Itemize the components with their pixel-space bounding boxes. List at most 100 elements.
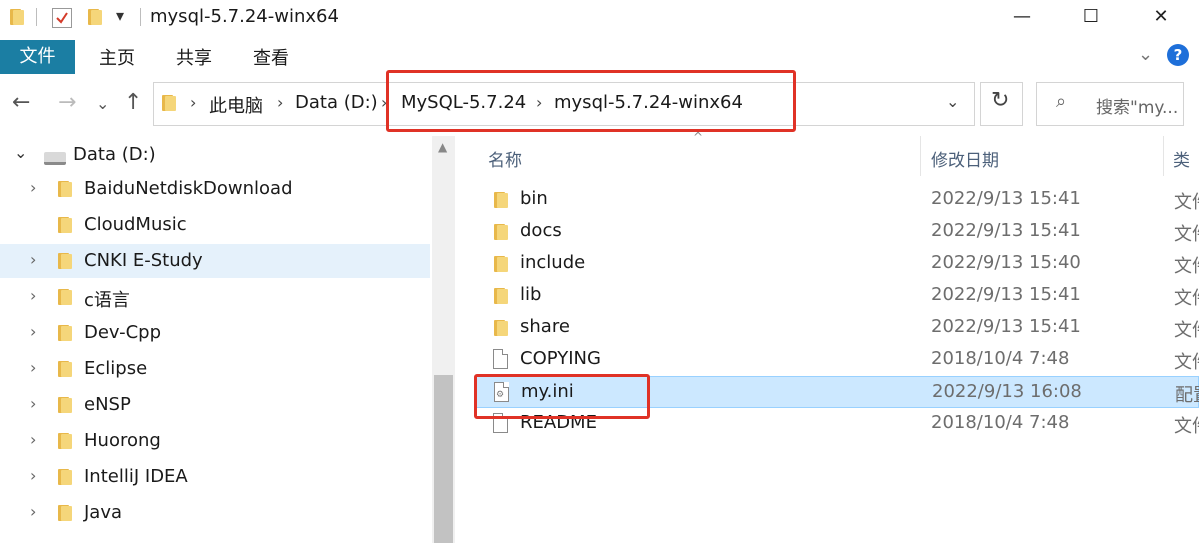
collapsed-arrow-icon[interactable]: ›	[30, 466, 36, 485]
collapsed-arrow-icon[interactable]: ›	[30, 178, 36, 197]
file-name: share	[520, 316, 570, 337]
folder-icon	[494, 256, 508, 272]
help-icon[interactable]: ?	[1167, 44, 1189, 66]
expand-ribbon-icon[interactable]: ⌄	[1138, 44, 1153, 65]
breadcrumb-this-pc[interactable]: 此电脑	[209, 92, 263, 118]
expand-arrow-icon[interactable]: ⌄	[14, 143, 27, 162]
breadcrumb-separator[interactable]: ›	[190, 93, 196, 112]
tree-item[interactable]: › IntelliJ IDEA	[0, 460, 430, 494]
tree-item-label: BaiduNetdiskDownload	[84, 178, 293, 199]
maximize-button[interactable]: ☐	[1068, 0, 1114, 34]
tree-item-label: eNSP	[84, 394, 131, 415]
tree-item-label: Java	[84, 502, 123, 523]
breadcrumb-separator[interactable]: ›	[277, 93, 283, 112]
window-title: mysql-5.7.24-winx64	[150, 6, 339, 27]
scroll-up-icon[interactable]: ▲	[438, 140, 447, 154]
properties-icon[interactable]	[52, 8, 72, 28]
folder-icon	[58, 397, 72, 413]
file-row[interactable]: lib 2022/9/13 15:41 文件	[476, 280, 1199, 312]
file-type: 文件	[1174, 320, 1199, 341]
tree-item[interactable]: › Huorong	[0, 424, 430, 458]
folder-icon	[494, 224, 508, 240]
column-header-type[interactable]: 类	[1173, 146, 1190, 171]
file-type: 文件	[1174, 256, 1199, 277]
file-type: 文件	[1174, 224, 1199, 245]
column-header-name[interactable]: 名称	[488, 146, 522, 171]
quick-access-dropdown-icon[interactable]: ▾	[116, 6, 124, 25]
file-name: docs	[520, 220, 562, 241]
back-button[interactable]: ←	[12, 90, 30, 115]
file-icon	[493, 349, 508, 369]
file-name: bin	[520, 188, 548, 209]
tree-item[interactable]: › eNSP	[0, 388, 430, 422]
title-divider	[140, 8, 141, 26]
column-divider[interactable]	[920, 136, 921, 176]
tab-view[interactable]: 查看	[253, 44, 289, 70]
tree-item[interactable]: › Eclipse	[0, 352, 430, 386]
collapsed-arrow-icon[interactable]: ›	[30, 286, 36, 305]
folder-icon	[58, 181, 72, 197]
collapsed-arrow-icon[interactable]: ›	[30, 394, 36, 413]
quick-access-divider	[36, 8, 37, 26]
tree-item[interactable]: › c语言	[0, 280, 430, 314]
tree-item[interactable]: CloudMusic	[0, 208, 430, 242]
file-modified: 2022/9/13 15:41	[931, 316, 1081, 337]
tree-item-label: Eclipse	[84, 358, 148, 379]
tree-item-label: Dev-Cpp	[84, 322, 162, 343]
annotation-highlight-file	[474, 374, 650, 419]
file-name: lib	[520, 284, 542, 305]
file-row[interactable]: bin 2022/9/13 15:41 文件	[476, 184, 1199, 216]
forward-button[interactable]: →	[58, 90, 76, 115]
file-name: COPYING	[520, 348, 601, 369]
tree-item-data-drive[interactable]: Data (D:)	[73, 144, 156, 165]
collapsed-arrow-icon[interactable]: ›	[30, 322, 36, 341]
annotation-highlight-path	[386, 70, 796, 132]
folder-icon	[494, 288, 508, 304]
folder-icon	[162, 95, 176, 111]
folder-icon	[10, 9, 24, 25]
folder-icon	[58, 361, 72, 377]
tree-item-label: IntelliJ IDEA	[84, 466, 188, 487]
tree-item-label: CNKI E-Study	[84, 250, 203, 271]
file-type: 文件	[1174, 352, 1199, 373]
search-placeholder: 搜索"my...	[1096, 98, 1179, 118]
collapsed-arrow-icon[interactable]: ›	[30, 430, 36, 449]
column-header-row	[458, 136, 1199, 176]
file-row[interactable]: share 2022/9/13 15:41 文件	[476, 312, 1199, 344]
tree-item-selected[interactable]: › CNKI E-Study	[0, 244, 430, 278]
file-modified: 2022/9/13 15:41	[931, 220, 1081, 241]
collapsed-arrow-icon[interactable]: ›	[30, 358, 36, 377]
folder-icon	[58, 217, 72, 233]
recent-locations-button[interactable]: ⌄	[96, 94, 109, 113]
checkmark-icon	[56, 12, 68, 24]
file-type: 文件	[1174, 288, 1199, 309]
folder-icon	[58, 325, 72, 341]
file-type: 配置	[1175, 385, 1199, 406]
file-row[interactable]: include 2022/9/13 15:40 文件	[476, 248, 1199, 280]
breadcrumb-data-drive[interactable]: Data (D:)	[295, 92, 378, 113]
close-button[interactable]: ✕	[1138, 0, 1184, 34]
collapsed-arrow-icon[interactable]: ›	[30, 250, 36, 269]
tree-item-label: c语言	[84, 290, 130, 311]
address-dropdown-icon[interactable]: ⌄	[946, 92, 959, 111]
folder-icon	[494, 320, 508, 336]
column-header-modified[interactable]: 修改日期	[931, 146, 999, 171]
tree-item[interactable]: › Java	[0, 496, 430, 530]
file-row[interactable]: docs 2022/9/13 15:41 文件	[476, 216, 1199, 248]
minimize-button[interactable]: —	[999, 0, 1045, 34]
tab-home[interactable]: 主页	[99, 44, 135, 70]
file-row[interactable]: COPYING 2018/10/4 7:48 文件	[476, 344, 1199, 376]
folder-icon	[58, 433, 72, 449]
up-button[interactable]: ↑	[124, 90, 142, 115]
scrollbar-thumb[interactable]	[434, 375, 453, 543]
folder-icon	[58, 469, 72, 485]
column-divider[interactable]	[1163, 136, 1164, 176]
tab-file[interactable]: 文件	[0, 40, 75, 74]
tab-share[interactable]: 共享	[176, 44, 212, 70]
new-folder-icon[interactable]	[88, 9, 102, 25]
file-modified: 2018/10/4 7:48	[931, 412, 1070, 433]
collapsed-arrow-icon[interactable]: ›	[30, 502, 36, 521]
tree-item[interactable]: › BaiduNetdiskDownload	[0, 172, 430, 206]
tree-item[interactable]: › Dev-Cpp	[0, 316, 430, 350]
folder-icon	[58, 289, 72, 305]
